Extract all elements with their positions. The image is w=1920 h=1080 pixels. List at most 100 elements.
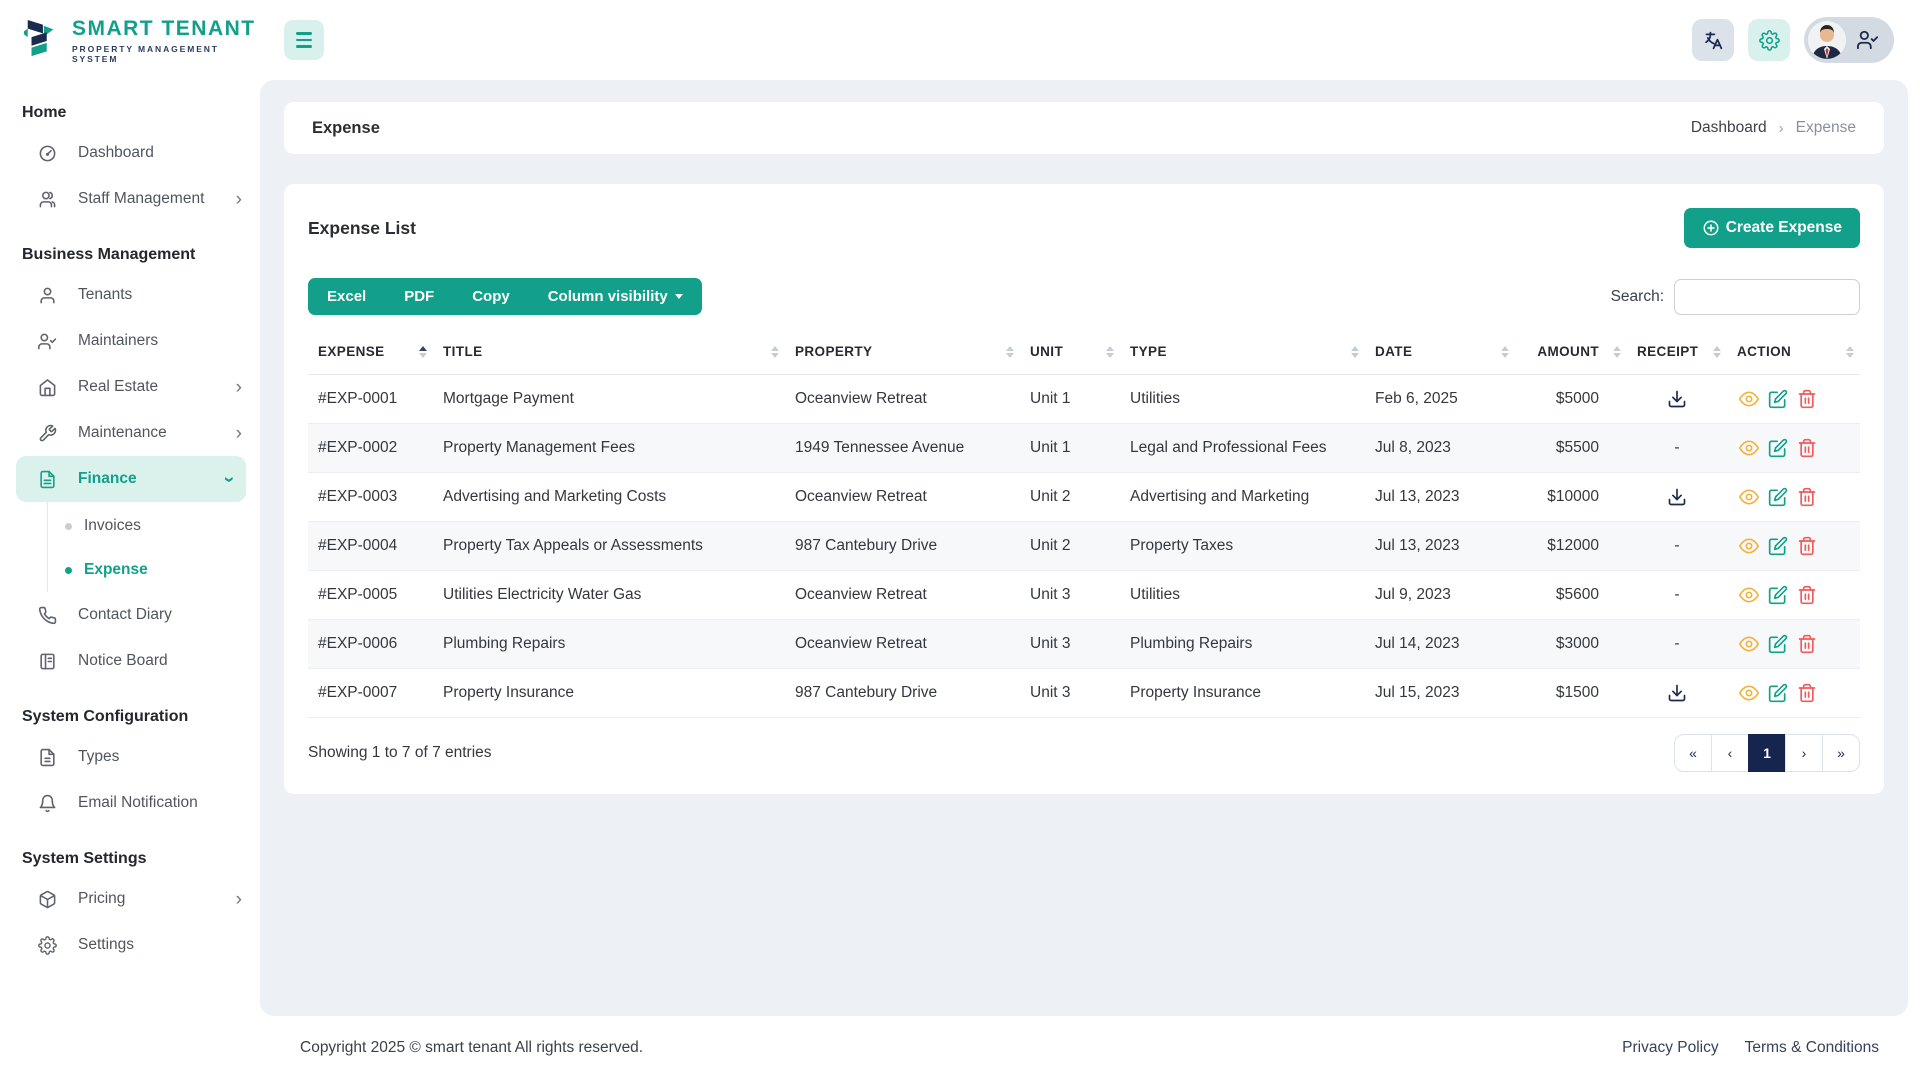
create-expense-button[interactable]: Create Expense xyxy=(1683,208,1860,248)
eye-icon xyxy=(1739,391,1759,407)
column-header-unit[interactable]: Unit xyxy=(1020,329,1120,375)
sidebar-item-pricing[interactable]: Pricing › xyxy=(0,876,260,922)
expense-unit: Unit 1 xyxy=(1020,374,1120,424)
view-expense-button[interactable] xyxy=(1737,681,1761,705)
pagination-next-button[interactable]: › xyxy=(1785,734,1823,772)
expense-amount: $5600 xyxy=(1515,570,1627,620)
sidebar-item-maintainers[interactable]: Maintainers xyxy=(0,318,260,364)
export-excel-button[interactable]: Excel xyxy=(308,278,385,315)
edit-expense-button[interactable] xyxy=(1766,534,1790,558)
delete-expense-button[interactable] xyxy=(1795,485,1819,509)
terms-conditions-link[interactable]: Terms & Conditions xyxy=(1745,1039,1879,1057)
sidebar-subitem-invoices[interactable]: Invoices xyxy=(48,504,260,548)
sort-icon xyxy=(1501,345,1509,358)
brand-tagline: PROPERTY MANAGEMENT SYSTEM xyxy=(71,43,219,64)
column-header-expense[interactable]: Expense xyxy=(308,329,433,375)
edit-expense-button[interactable] xyxy=(1766,485,1790,509)
column-visibility-dropdown[interactable]: Column visibility xyxy=(529,278,702,315)
copy-button[interactable]: Copy xyxy=(453,278,529,315)
chevron-down-icon: › xyxy=(218,475,240,483)
view-expense-button[interactable] xyxy=(1737,583,1761,607)
sidebar-item-settings[interactable]: Settings xyxy=(0,922,260,968)
pagination-last-button[interactable]: » xyxy=(1822,734,1860,772)
expense-title: Property Tax Appeals or Assessments xyxy=(433,521,785,571)
edit-expense-button[interactable] xyxy=(1766,436,1790,460)
profile-menu-button[interactable] xyxy=(1804,17,1894,63)
delete-expense-button[interactable] xyxy=(1795,681,1819,705)
sidebar-item-dashboard[interactable]: Dashboard xyxy=(0,130,260,176)
delete-expense-button[interactable] xyxy=(1795,534,1819,558)
edit-icon xyxy=(1768,536,1788,556)
download-icon xyxy=(1668,488,1686,506)
edit-expense-button[interactable] xyxy=(1766,632,1790,656)
sidebar-item-tenants[interactable]: Tenants xyxy=(0,272,260,318)
sidebar-item-notice-board[interactable]: Notice Board xyxy=(0,638,260,684)
sidebar-item-contact-diary[interactable]: Contact Diary xyxy=(0,592,260,638)
sidebar-item-finance[interactable]: Finance › xyxy=(16,456,246,502)
sidebar-item-email-notification[interactable]: Email Notification xyxy=(0,780,260,826)
download-receipt-button[interactable] xyxy=(1665,387,1689,411)
sidebar-item-staff-management[interactable]: Staff Management › xyxy=(0,176,260,222)
column-header-receipt[interactable]: Receipt xyxy=(1627,329,1727,375)
actions-cell xyxy=(1727,570,1860,620)
search-input[interactable] xyxy=(1674,278,1860,315)
actions-cell xyxy=(1727,521,1860,571)
view-expense-button[interactable] xyxy=(1737,485,1761,509)
page-header-card: Expense Dashboard › Expense xyxy=(284,102,1884,154)
app-root: SMART TENANT PROPERTY MANAGEMENT SYSTEM … xyxy=(0,0,1920,1080)
view-expense-button[interactable] xyxy=(1737,436,1761,460)
privacy-policy-link[interactable]: Privacy Policy xyxy=(1622,1039,1718,1057)
edit-expense-button[interactable] xyxy=(1766,583,1790,607)
delete-expense-button[interactable] xyxy=(1795,583,1819,607)
edit-icon xyxy=(1768,634,1788,654)
column-header-type[interactable]: Type xyxy=(1120,329,1365,375)
section-title-home: Home xyxy=(22,104,67,121)
column-header-date[interactable]: Date xyxy=(1365,329,1515,375)
column-header-action[interactable]: Action xyxy=(1727,329,1860,375)
edit-icon xyxy=(1768,487,1788,507)
trash-icon xyxy=(1798,634,1816,654)
pagination-prev-button[interactable]: ‹ xyxy=(1711,734,1749,772)
sort-icon xyxy=(1613,345,1621,358)
file-invoice-icon xyxy=(40,470,55,488)
expense-id: #EXP-0005 xyxy=(308,570,433,620)
expense-unit: Unit 1 xyxy=(1020,423,1120,473)
pagination-first-button[interactable]: « xyxy=(1674,734,1712,772)
actions-cell xyxy=(1727,374,1860,424)
delete-expense-button[interactable] xyxy=(1795,632,1819,656)
sidebar-subitem-expense[interactable]: Expense xyxy=(48,548,260,592)
actions-cell xyxy=(1727,668,1860,718)
export-pdf-button[interactable]: PDF xyxy=(385,278,453,315)
section-title-business: Business Management xyxy=(22,246,196,263)
edit-expense-button[interactable] xyxy=(1766,387,1790,411)
view-expense-button[interactable] xyxy=(1737,387,1761,411)
settings-quick-button[interactable] xyxy=(1748,19,1790,61)
brand-logo[interactable]: SMART TENANT PROPERTY MANAGEMENT SYSTEM xyxy=(0,0,260,80)
sidebar-toggle-button[interactable] xyxy=(284,20,324,60)
sidebar-item-real-estate[interactable]: Real Estate › xyxy=(0,364,260,410)
column-header-title[interactable]: Title xyxy=(433,329,785,375)
expense-unit: Unit 3 xyxy=(1020,570,1120,620)
expense-date: Jul 13, 2023 xyxy=(1365,521,1515,571)
view-expense-button[interactable] xyxy=(1737,534,1761,558)
language-switcher-button[interactable] xyxy=(1692,19,1734,61)
column-header-property[interactable]: Property xyxy=(785,329,1020,375)
breadcrumb-dashboard-link[interactable]: Dashboard xyxy=(1691,119,1767,137)
download-receipt-button[interactable] xyxy=(1665,485,1689,509)
expense-property: 987 Cantebury Drive xyxy=(785,521,1020,571)
delete-expense-button[interactable] xyxy=(1795,387,1819,411)
delete-expense-button[interactable] xyxy=(1795,436,1819,460)
column-header-amount[interactable]: Amount xyxy=(1515,329,1627,375)
pagination-page-1-button[interactable]: 1 xyxy=(1748,734,1786,772)
sidebar-item-types[interactable]: Types xyxy=(0,734,260,780)
view-expense-button[interactable] xyxy=(1737,632,1761,656)
download-receipt-button[interactable] xyxy=(1665,681,1689,705)
sidebar-item-maintenance[interactable]: Maintenance › xyxy=(0,410,260,456)
notice-board-icon xyxy=(40,653,55,669)
expense-unit: Unit 3 xyxy=(1020,668,1120,718)
edit-expense-button[interactable] xyxy=(1766,681,1790,705)
trash-icon xyxy=(1798,536,1816,556)
sidebar-item-label: Notice Board xyxy=(78,652,168,669)
expense-unit: Unit 2 xyxy=(1020,521,1120,571)
trash-icon xyxy=(1798,487,1816,507)
